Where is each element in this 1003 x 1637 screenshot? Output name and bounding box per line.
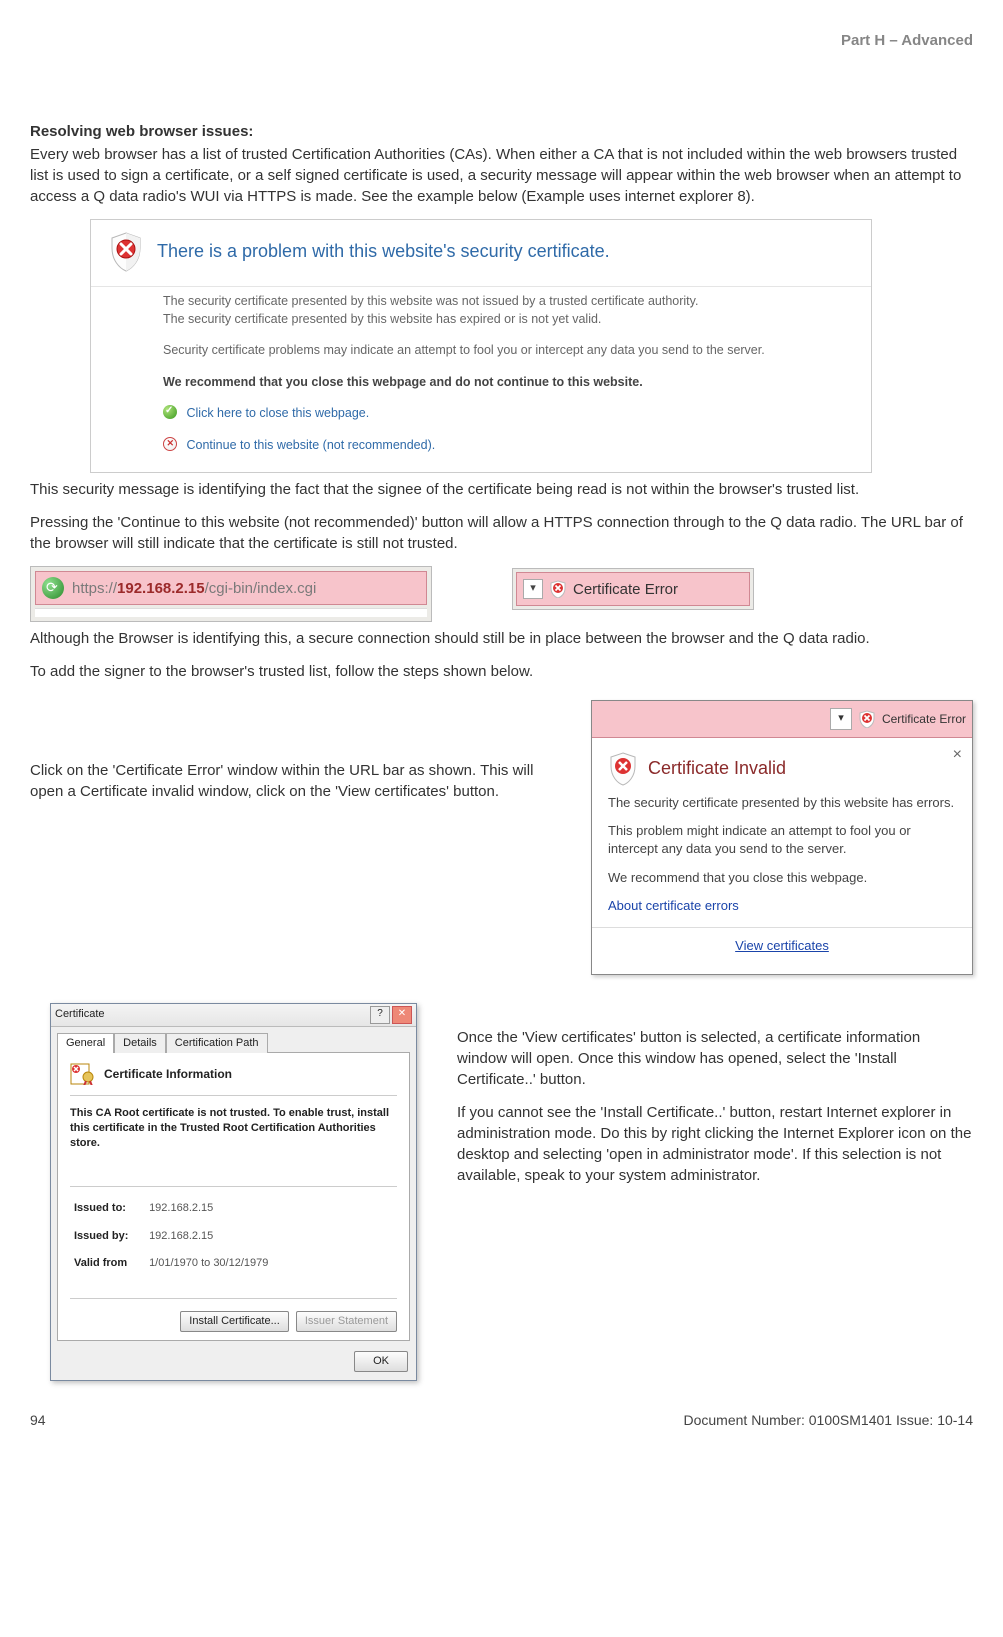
shield-x-icon	[858, 710, 876, 728]
valid-from-value: 1/01/1970	[149, 1257, 198, 1269]
paragraph: This security message is identifying the…	[30, 479, 973, 500]
page-number: 94	[30, 1411, 46, 1431]
ok-button[interactable]: OK	[354, 1351, 408, 1372]
paragraph: If you cannot see the 'Install Certifica…	[457, 1102, 973, 1186]
popup-text: We recommend that you close this webpage…	[608, 869, 956, 887]
certificate-icon	[70, 1063, 96, 1085]
cert-info-heading: Certificate Information	[104, 1066, 232, 1083]
issued-to-value: 192.168.2.15	[149, 1202, 213, 1214]
warning-line: The security certificate presented by th…	[163, 311, 853, 329]
paragraph: Pressing the 'Continue to this website (…	[30, 512, 973, 554]
cert-error-label: Certificate Error	[882, 711, 966, 728]
check-icon	[163, 405, 177, 419]
install-certificate-button[interactable]: Install Certificate...	[180, 1311, 288, 1332]
step-text: Click on the 'Certificate Error' window …	[30, 700, 561, 802]
url-text: https://192.168.2.15/cgi-bin/index.cgi	[72, 578, 316, 599]
shield-error-icon	[608, 752, 638, 786]
warning-line: The security certificate presented by th…	[163, 293, 853, 311]
paragraph: Although the Browser is identifying this…	[30, 628, 973, 649]
valid-to-value: 30/12/1979	[213, 1257, 268, 1269]
cert-info-message: This CA Root certificate is not trusted.…	[70, 1106, 397, 1151]
cert-error-label: Certificate Error	[573, 579, 678, 600]
issued-by-label: Issued by:	[74, 1229, 146, 1244]
cert-error-bar-figure[interactable]: ▾ Certificate Error	[512, 568, 754, 610]
chevron-down-icon[interactable]: ▾	[523, 579, 543, 599]
paragraph: Once the 'View certificates' button is s…	[457, 1027, 973, 1090]
cert-invalid-popup: ▾ Certificate Error × Certificate Invali…	[591, 700, 973, 975]
tab-certpath[interactable]: Certification Path	[166, 1033, 268, 1053]
view-certificates-link[interactable]: View certificates	[735, 938, 829, 953]
issued-by-value: 192.168.2.15	[149, 1230, 213, 1242]
close-icon[interactable]: ×	[953, 744, 962, 766]
url-bar-figure: https://192.168.2.15/cgi-bin/index.cgi	[30, 566, 432, 622]
issuer-statement-button: Issuer Statement	[296, 1311, 397, 1332]
issued-to-label: Issued to:	[74, 1201, 146, 1216]
paragraph: To add the signer to the browser's trust…	[30, 661, 973, 682]
doc-number: Document Number: 0100SM1401 Issue: 10-14	[684, 1411, 974, 1431]
continue-website-link[interactable]: Continue to this website (not recommende…	[186, 438, 435, 452]
warning-title: There is a problem with this website's s…	[157, 239, 610, 264]
valid-from-label: Valid from	[74, 1256, 146, 1271]
shield-x-icon	[549, 580, 567, 598]
tab-general[interactable]: General	[57, 1033, 114, 1053]
shield-error-icon	[109, 232, 143, 272]
close-webpage-link[interactable]: Click here to close this webpage.	[186, 406, 369, 420]
dialog-title: Certificate	[55, 1007, 105, 1022]
about-cert-errors-link[interactable]: About certificate errors	[608, 897, 956, 915]
tab-details[interactable]: Details	[114, 1033, 166, 1053]
section-title: Resolving web browser issues:	[30, 121, 973, 142]
intro-paragraph: Every web browser has a list of trusted …	[30, 144, 973, 207]
help-button[interactable]: ?	[370, 1006, 390, 1024]
refresh-icon[interactable]	[42, 577, 64, 599]
popup-text: This problem might indicate an attempt t…	[608, 822, 956, 858]
shield-x-icon	[163, 437, 177, 451]
certificate-dialog: Certificate ? ✕ General Details Certific…	[50, 1003, 417, 1382]
popup-text: The security certificate presented by th…	[608, 794, 956, 812]
popup-title: Certificate Invalid	[648, 756, 786, 781]
close-button[interactable]: ✕	[392, 1006, 412, 1024]
warning-line: Security certificate problems may indica…	[163, 342, 853, 360]
ie-cert-warning-figure: There is a problem with this website's s…	[90, 219, 872, 473]
chevron-down-icon[interactable]: ▾	[830, 708, 852, 730]
warning-recommend: We recommend that you close this webpage…	[163, 374, 853, 392]
page-header-part: Part H – Advanced	[30, 30, 973, 51]
